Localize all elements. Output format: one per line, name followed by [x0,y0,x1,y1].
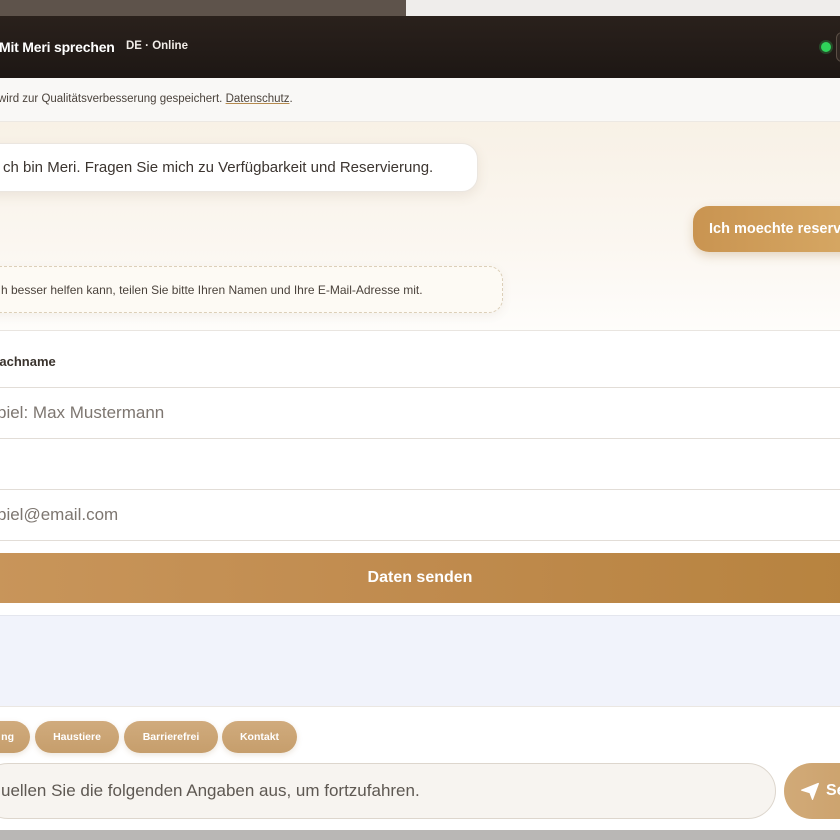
message-input[interactable] [0,763,776,819]
name-input[interactable] [0,387,840,439]
quick-reply-barrierefrei[interactable]: Barrierefrei [124,721,218,753]
header-action-button[interactable] [836,32,840,62]
privacy-notice: wird zur Qualitätsverbesserung gespeiche… [0,78,840,122]
background-page-bottom [0,830,840,840]
privacy-link[interactable]: Datenschutz [226,93,290,105]
user-message: Ich moechte reserv [693,206,840,252]
quick-reply-chip[interactable]: ng [0,721,30,753]
background-image-strip [0,0,406,16]
chat-window: Mit Meri sprechen DE · Online wird zur Q… [0,16,840,830]
email-input[interactable] [0,489,840,541]
send-icon [801,782,819,800]
chat-title: Mit Meri sprechen [0,39,115,55]
bot-hint-message: h besser helfen kann, teilen Sie bitte I… [0,266,503,313]
send-label: Se [826,782,840,799]
submit-data-button[interactable]: Daten senden [0,553,840,603]
contact-form: Nachname Daten senden [0,330,840,615]
privacy-suffix: . [289,93,293,105]
bot-message-text: ch bin Meri. Fragen Sie mich zu Verfügba… [3,159,434,176]
chat-header: Mit Meri sprechen DE · Online [0,16,840,78]
quick-reply-kontakt[interactable]: Kontakt [222,721,297,753]
quick-reply-haustiere[interactable]: Haustiere [35,721,119,753]
online-status-dot [821,42,831,52]
message-spacer [0,615,840,719]
language-status: DE · Online [126,40,188,52]
privacy-sentence: wird zur Qualitätsverbesserung gespeiche… [0,93,223,105]
bot-message: ch bin Meri. Fragen Sie mich zu Verfügba… [0,143,478,192]
email-label-row [0,438,840,490]
send-button[interactable]: Se [784,763,840,819]
name-label: Nachname [0,354,56,369]
privacy-text: wird zur Qualitätsverbesserung gespeiche… [0,93,293,105]
message-list: ch bin Meri. Fragen Sie mich zu Verfügba… [0,122,840,332]
composer-area: ng Haustiere Barrierefrei Kontakt Se [0,706,840,830]
